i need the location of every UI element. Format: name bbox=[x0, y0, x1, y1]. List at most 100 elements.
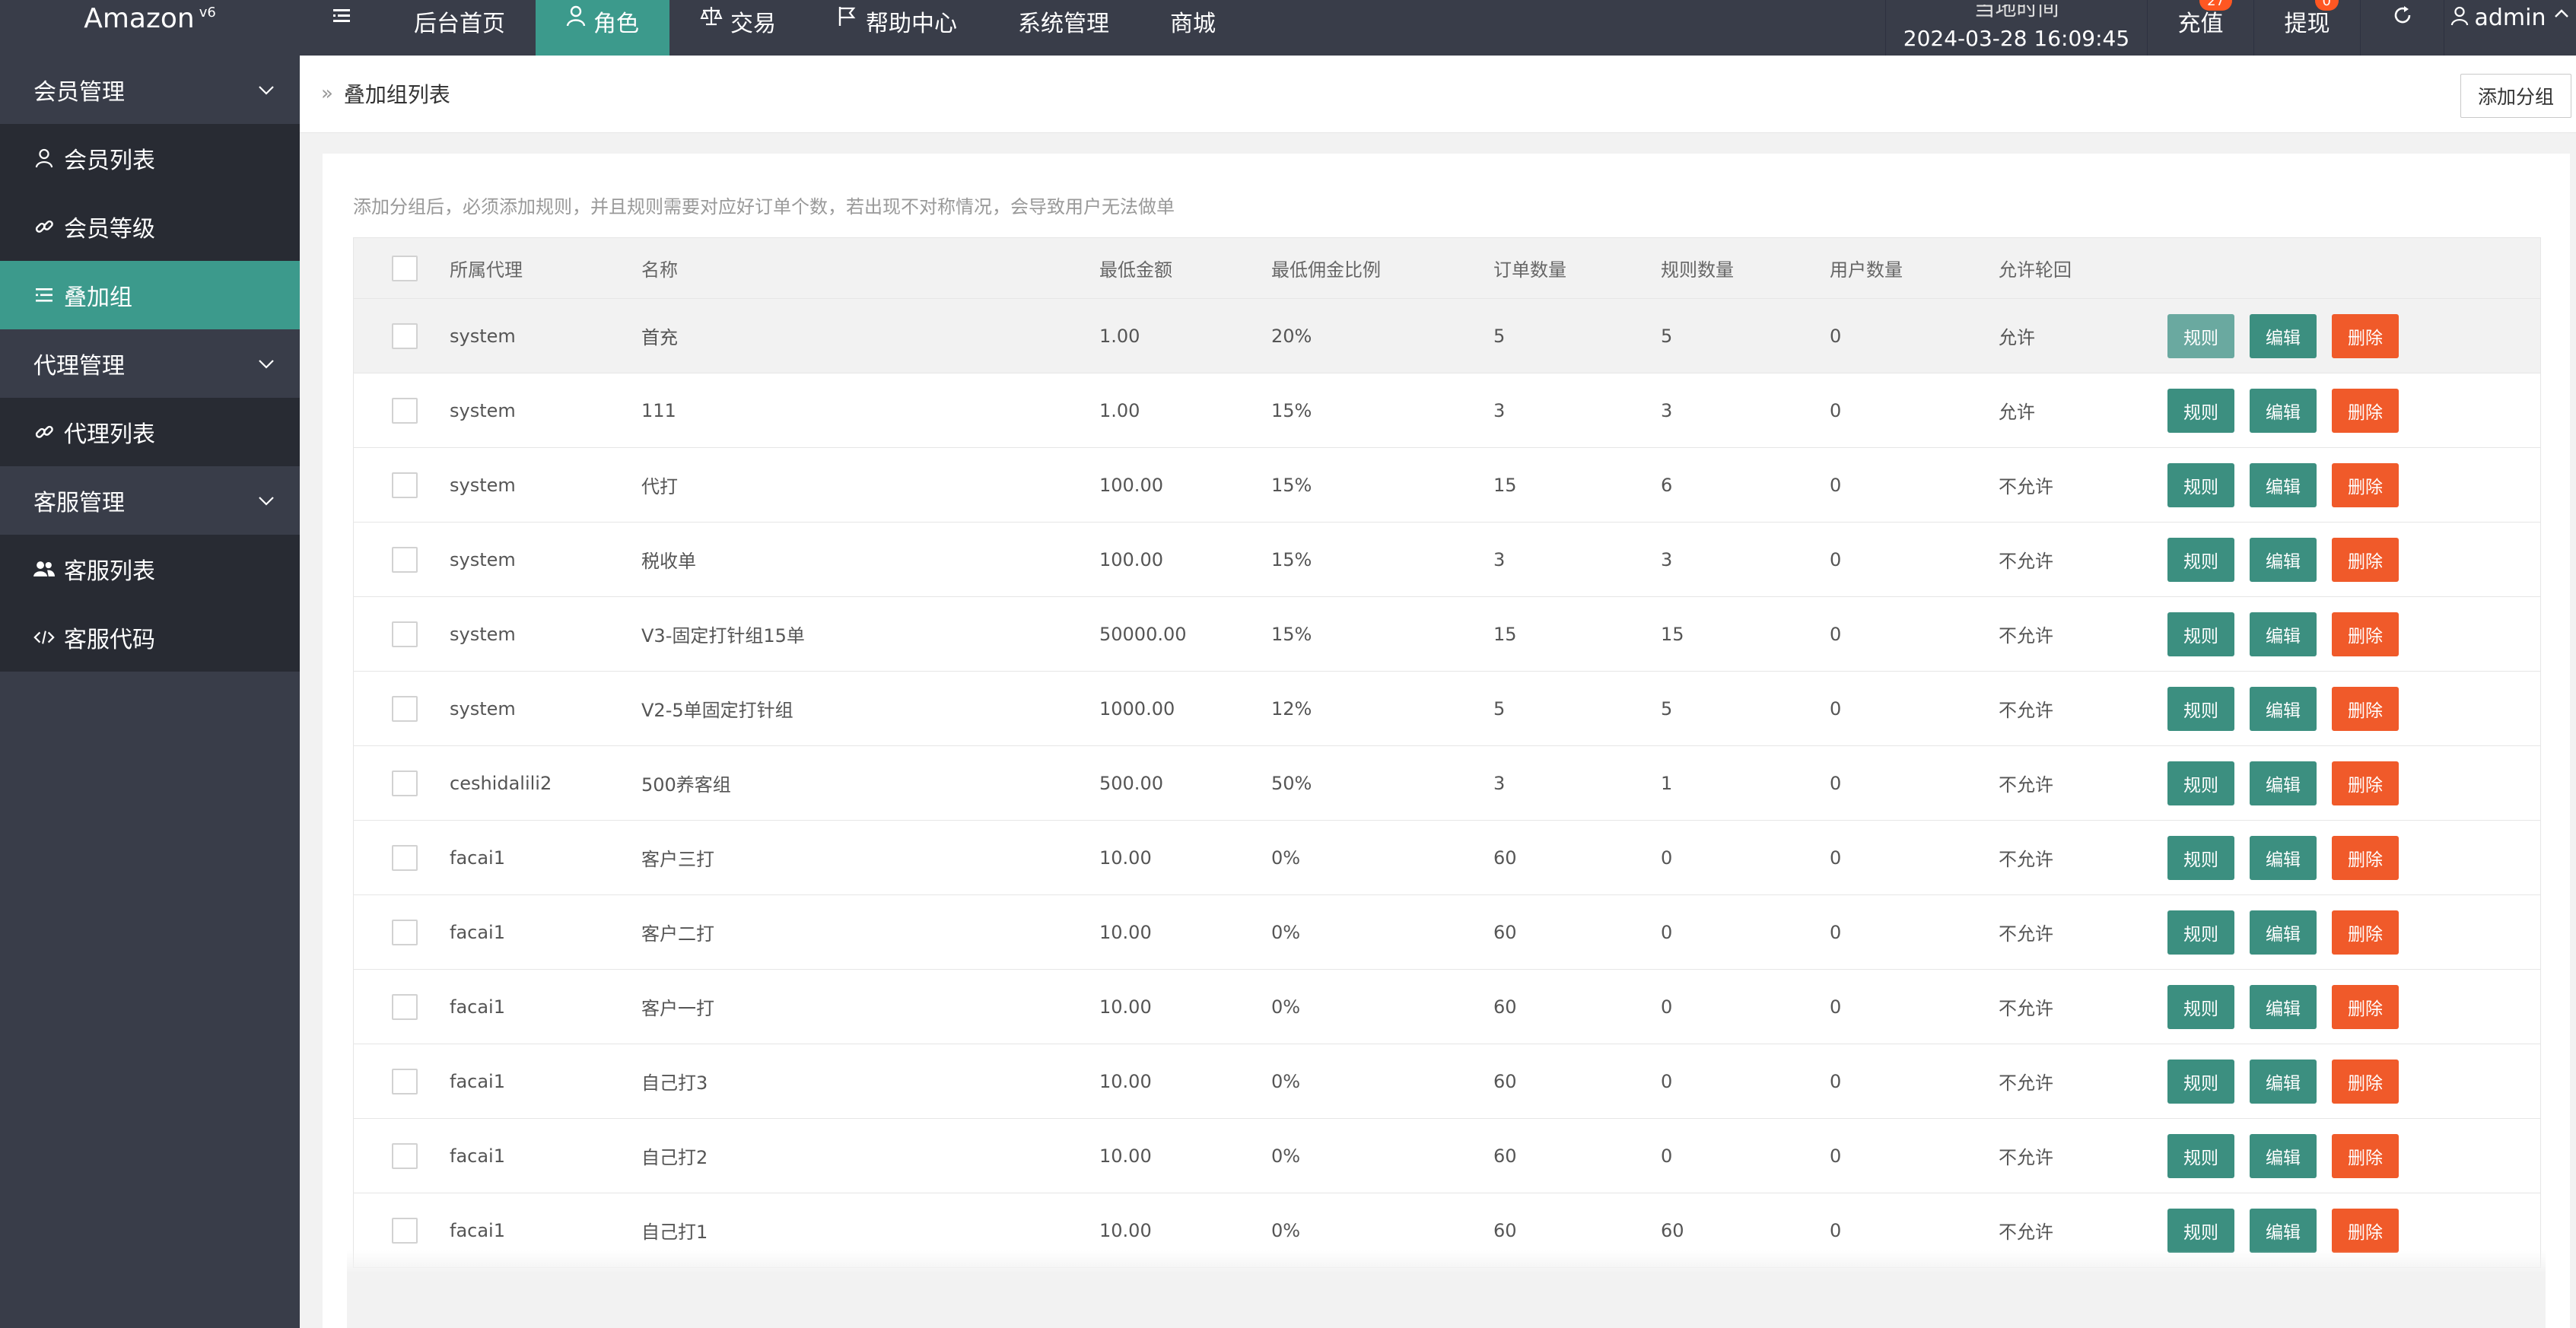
nav-system-label: 系统管理 bbox=[1018, 11, 1109, 37]
withdraw-button[interactable]: 提现 0 bbox=[2253, 0, 2360, 56]
edit-button[interactable]: 编辑 bbox=[2250, 686, 2317, 731]
user-count-cell: 0 bbox=[1830, 772, 1842, 794]
edit-button[interactable]: 编辑 bbox=[2250, 537, 2317, 582]
sidebar-item-member-level[interactable]: 会员等级 bbox=[0, 192, 300, 261]
name-cell: 代打 bbox=[641, 476, 678, 497]
edit-button[interactable]: 编辑 bbox=[2250, 612, 2317, 656]
local-time-value: 2024-03-28 16:09:45 bbox=[1903, 26, 2130, 51]
table-row: system 111 1.00 15% 3 3 0 允许 规则 编辑 删除 bbox=[354, 373, 2540, 448]
edit-button[interactable]: 编辑 bbox=[2250, 984, 2317, 1029]
edit-button[interactable]: 编辑 bbox=[2250, 1059, 2317, 1104]
allow-cycle-cell: 不允许 bbox=[1999, 1147, 2053, 1168]
rule-button[interactable]: 规则 bbox=[2167, 910, 2234, 955]
nav-trade-label: 交易 bbox=[730, 11, 776, 37]
row-checkbox[interactable] bbox=[392, 770, 418, 796]
row-checkbox[interactable] bbox=[392, 472, 418, 498]
sidebar-group-service[interactable]: 客服管理 bbox=[0, 466, 300, 535]
delete-button[interactable]: 删除 bbox=[2332, 1133, 2399, 1178]
rule-count-cell: 5 bbox=[1661, 325, 1673, 347]
delete-button[interactable]: 删除 bbox=[2332, 686, 2399, 731]
name-cell: 税收单 bbox=[641, 551, 696, 572]
row-checkbox[interactable] bbox=[392, 322, 418, 349]
edit-button[interactable]: 编辑 bbox=[2250, 1133, 2317, 1178]
rule-button[interactable]: 规则 bbox=[2167, 537, 2234, 582]
delete-button[interactable]: 删除 bbox=[2332, 761, 2399, 805]
column-header: 规则数量 bbox=[1661, 259, 1734, 281]
rule-button[interactable]: 规则 bbox=[2167, 1059, 2234, 1104]
column-header: 订单数量 bbox=[1493, 259, 1566, 281]
sidebar-item-service-list[interactable]: 客服列表 bbox=[0, 535, 300, 603]
rule-button[interactable]: 规则 bbox=[2167, 313, 2234, 358]
table-row: facai1 客户一打 10.00 0% 60 0 0 不允许 规则 编辑 删除 bbox=[354, 970, 2540, 1044]
sidebar-item-member-list[interactable]: 会员列表 bbox=[0, 124, 300, 192]
recharge-button[interactable]: 充值 27 bbox=[2147, 0, 2253, 56]
menu-toggle-button[interactable] bbox=[300, 0, 383, 56]
edit-button[interactable]: 编辑 bbox=[2250, 462, 2317, 507]
chevron-down-icon bbox=[259, 360, 274, 369]
edit-button[interactable]: 编辑 bbox=[2250, 313, 2317, 358]
row-checkbox[interactable] bbox=[392, 844, 418, 871]
rule-button[interactable]: 规则 bbox=[2167, 835, 2234, 880]
row-checkbox[interactable] bbox=[392, 695, 418, 722]
nav-system[interactable]: 系统管理 bbox=[987, 0, 1140, 56]
app-logo[interactable]: Amazon v6 bbox=[0, 0, 300, 56]
sidebar-item-agent-list[interactable]: 代理列表 bbox=[0, 398, 300, 466]
delete-button[interactable]: 删除 bbox=[2332, 313, 2399, 358]
delete-button[interactable]: 删除 bbox=[2332, 537, 2399, 582]
rule-button[interactable]: 规则 bbox=[2167, 761, 2234, 805]
rule-button[interactable]: 规则 bbox=[2167, 612, 2234, 656]
order-count-cell: 5 bbox=[1493, 697, 1506, 720]
min-commission-cell: 0% bbox=[1271, 847, 1301, 869]
sidebar-item-label: 代理列表 bbox=[64, 421, 155, 448]
edit-button[interactable]: 编辑 bbox=[2250, 835, 2317, 880]
rule-count-cell: 0 bbox=[1661, 921, 1673, 943]
allow-cycle-cell: 允许 bbox=[1999, 402, 2035, 423]
chevron-down-icon bbox=[259, 497, 274, 506]
min-commission-cell: 20% bbox=[1271, 325, 1312, 347]
nav-shop[interactable]: 商城 bbox=[1140, 0, 1246, 56]
nav-role[interactable]: 角色 bbox=[536, 0, 669, 56]
rule-button[interactable]: 规则 bbox=[2167, 686, 2234, 731]
delete-button[interactable]: 删除 bbox=[2332, 835, 2399, 880]
rule-button[interactable]: 规则 bbox=[2167, 462, 2234, 507]
edit-button[interactable]: 编辑 bbox=[2250, 761, 2317, 805]
nav-help[interactable]: 帮助中心 bbox=[806, 0, 987, 56]
refresh-button[interactable] bbox=[2360, 0, 2444, 56]
allow-cycle-cell: 不允许 bbox=[1999, 774, 2053, 796]
edit-button[interactable]: 编辑 bbox=[2250, 910, 2317, 955]
nav-trade[interactable]: 交易 bbox=[669, 0, 806, 56]
select-all-checkbox[interactable] bbox=[392, 255, 418, 281]
delete-button[interactable]: 删除 bbox=[2332, 1208, 2399, 1253]
delete-button[interactable]: 删除 bbox=[2332, 388, 2399, 433]
table-row: facai1 客户二打 10.00 0% 60 0 0 不允许 规则 编辑 删除 bbox=[354, 895, 2540, 970]
row-checkbox[interactable] bbox=[392, 1217, 418, 1244]
column-header: 最低金额 bbox=[1099, 259, 1172, 281]
sidebar-group-agents[interactable]: 代理管理 bbox=[0, 329, 300, 398]
nav-home[interactable]: 后台首页 bbox=[383, 0, 536, 56]
rule-button[interactable]: 规则 bbox=[2167, 984, 2234, 1029]
row-checkbox[interactable] bbox=[392, 621, 418, 647]
row-checkbox[interactable] bbox=[392, 1068, 418, 1094]
row-checkbox[interactable] bbox=[392, 993, 418, 1020]
allow-cycle-cell: 不允许 bbox=[1999, 998, 2053, 1019]
add-group-button[interactable]: 添加分组 bbox=[2460, 74, 2571, 118]
sidebar-group-members[interactable]: 会员管理 bbox=[0, 56, 300, 124]
row-checkbox[interactable] bbox=[392, 1142, 418, 1169]
rule-button[interactable]: 规则 bbox=[2167, 1208, 2234, 1253]
delete-button[interactable]: 删除 bbox=[2332, 984, 2399, 1029]
rule-button[interactable]: 规则 bbox=[2167, 1133, 2234, 1178]
row-checkbox[interactable] bbox=[392, 546, 418, 573]
edit-button[interactable]: 编辑 bbox=[2250, 388, 2317, 433]
user-menu[interactable]: admin bbox=[2444, 0, 2576, 56]
rule-button[interactable]: 规则 bbox=[2167, 388, 2234, 433]
sidebar-item-service-code[interactable]: 客服代码 bbox=[0, 603, 300, 672]
sidebar-item-stack-group[interactable]: 叠加组 bbox=[0, 261, 300, 329]
edit-button[interactable]: 编辑 bbox=[2250, 1208, 2317, 1253]
delete-button[interactable]: 删除 bbox=[2332, 462, 2399, 507]
min-commission-cell: 15% bbox=[1271, 623, 1312, 645]
row-checkbox[interactable] bbox=[392, 919, 418, 945]
delete-button[interactable]: 删除 bbox=[2332, 910, 2399, 955]
delete-button[interactable]: 删除 bbox=[2332, 1059, 2399, 1104]
delete-button[interactable]: 删除 bbox=[2332, 612, 2399, 656]
row-checkbox[interactable] bbox=[392, 397, 418, 424]
